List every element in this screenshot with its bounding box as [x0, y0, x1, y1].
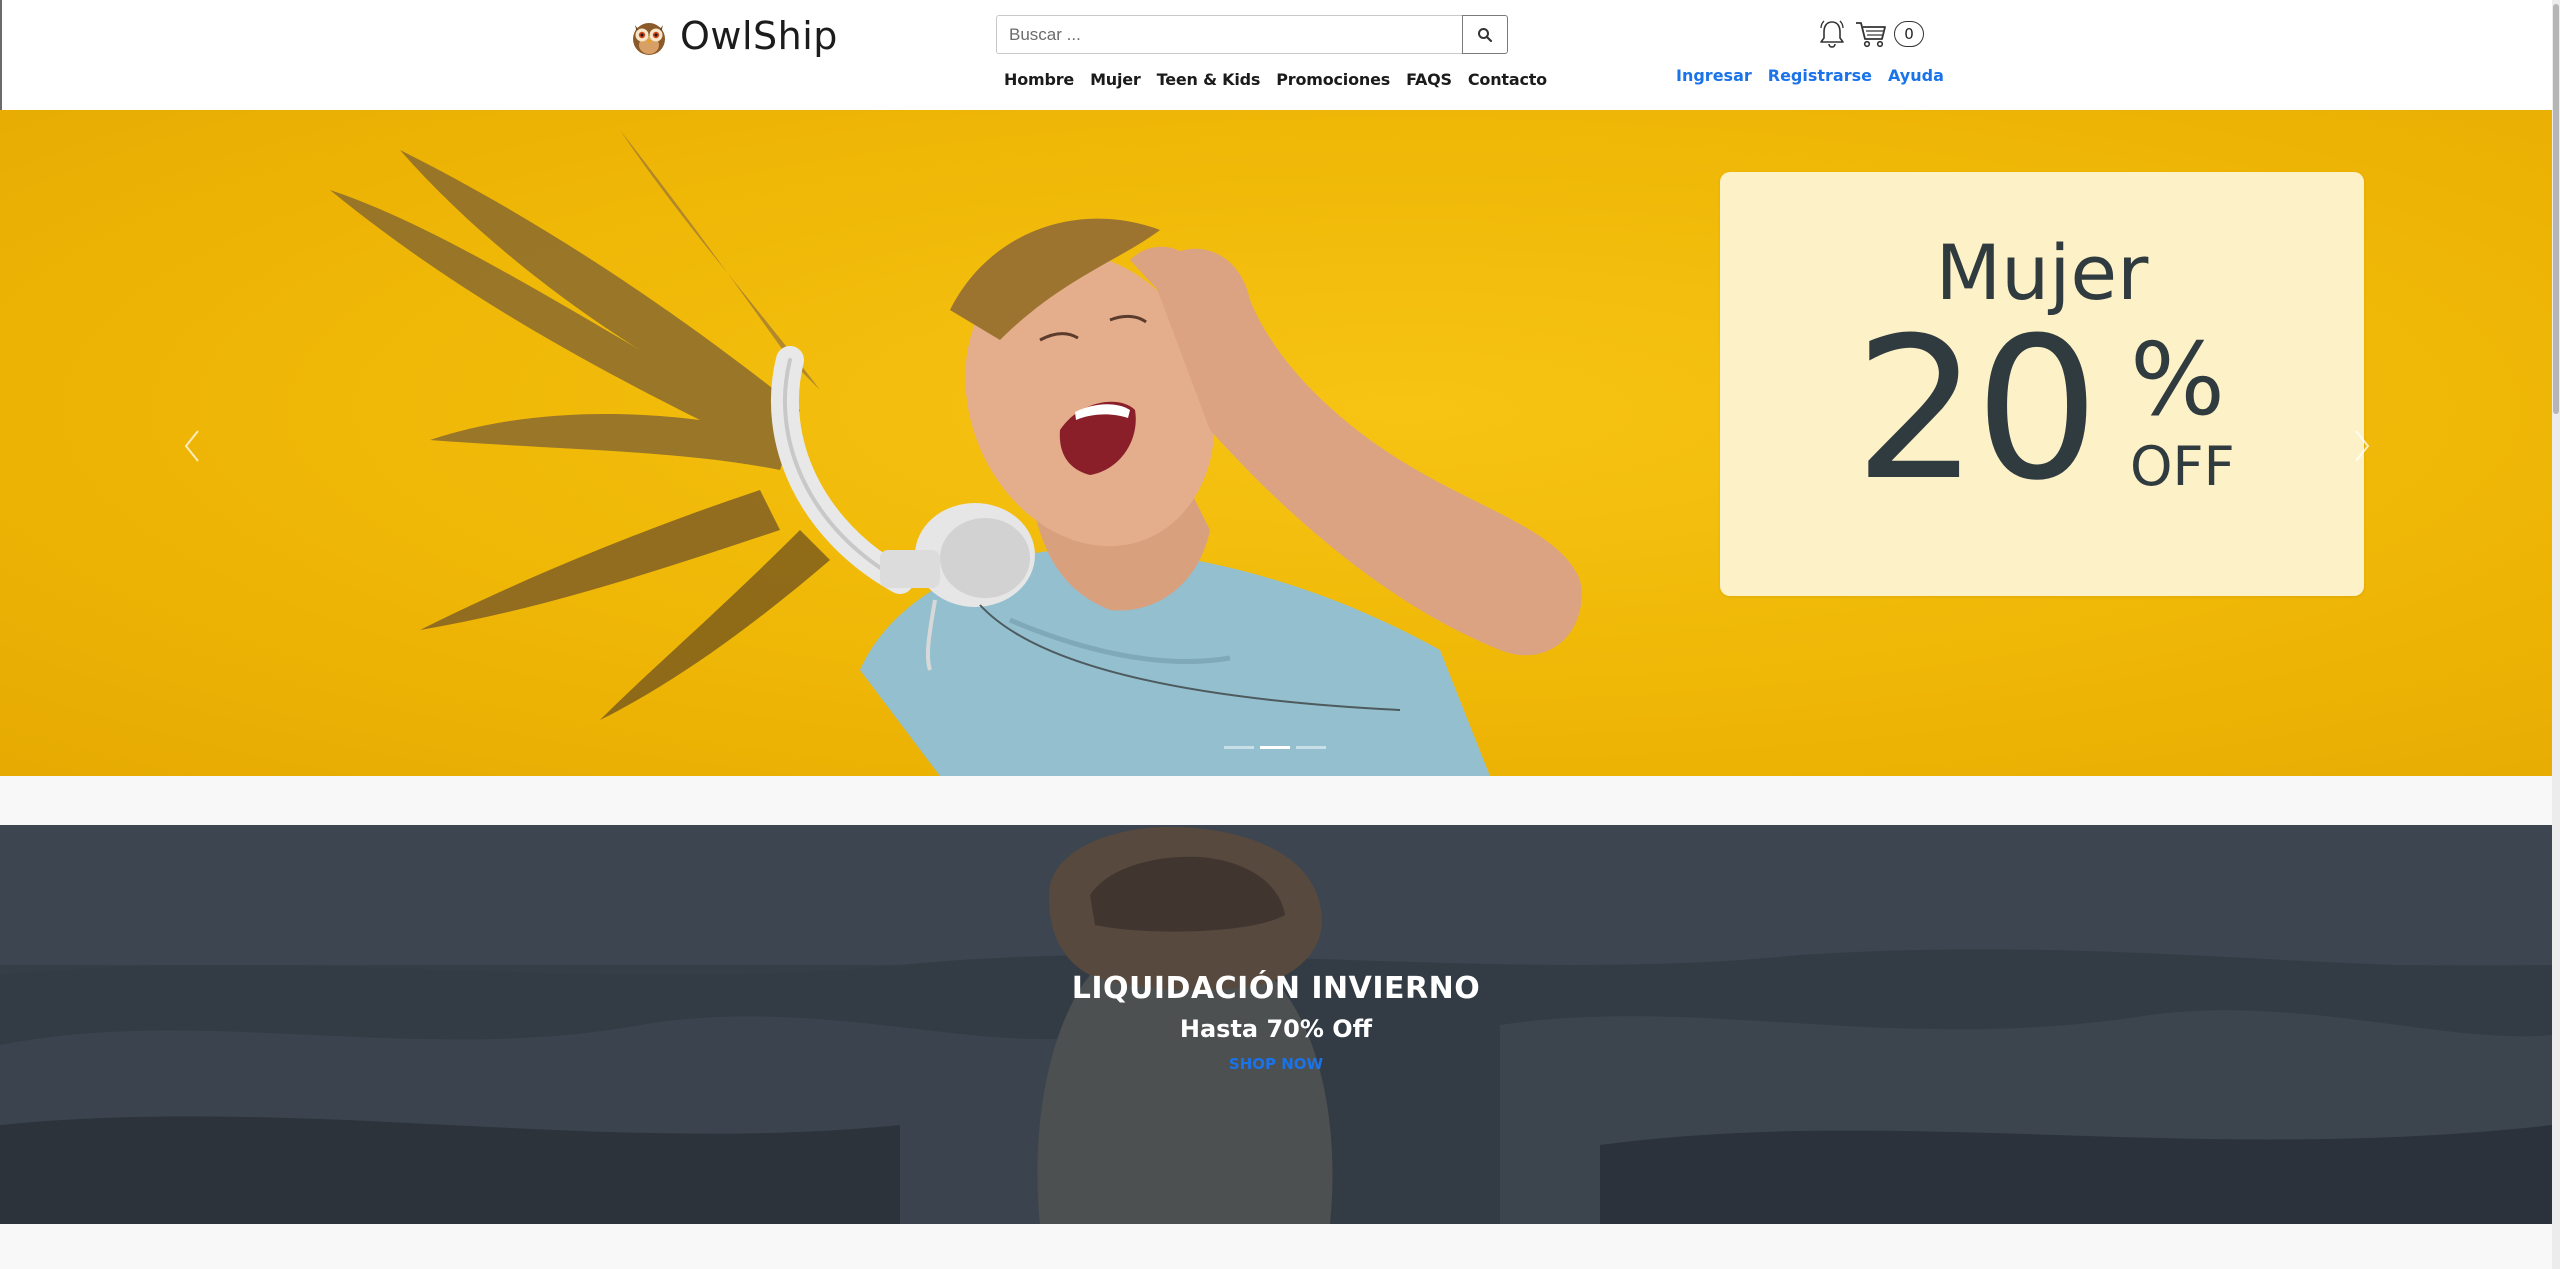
promo-card[interactable]: Mujer 20 % OFF: [1720, 172, 2364, 596]
search-input[interactable]: [996, 15, 1462, 54]
carousel-indicators: [1224, 746, 1326, 749]
hero-carousel: Mujer 20 % OFF: [0, 110, 2552, 776]
scrollbar-thumb[interactable]: [2553, 4, 2559, 414]
account-links: Ingresar Registrarse Ayuda: [1676, 66, 1944, 85]
nav-hombre[interactable]: Hombre: [1004, 70, 1074, 89]
page-scrollbar[interactable]: [2552, 0, 2560, 1269]
owl-logo-icon: [633, 23, 665, 55]
carousel-indicator-1[interactable]: [1224, 746, 1254, 749]
search-icon: [1478, 27, 1493, 42]
winter-sale-subtitle: Hasta 70% Off: [1179, 1015, 1373, 1043]
nav-faqs[interactable]: FAQS: [1406, 70, 1452, 89]
cart-icon[interactable]: [1854, 18, 1888, 50]
search-button[interactable]: [1462, 15, 1508, 54]
search-bar: [996, 15, 1508, 54]
chevron-left-icon: [184, 430, 199, 462]
carousel-indicator-2[interactable]: [1260, 746, 1290, 749]
promo-percent-sign: %: [2130, 321, 2226, 438]
nav-teen-kids[interactable]: Teen & Kids: [1157, 70, 1261, 89]
carousel-indicator-3[interactable]: [1296, 746, 1326, 749]
chevron-right-icon: [2355, 430, 2370, 462]
nav-promociones[interactable]: Promociones: [1276, 70, 1390, 89]
brand-name: OwlShip: [680, 14, 838, 58]
winter-sale-banner: LIQUIDACIÓN INVIERNO Hasta 70% Off SHOP …: [0, 825, 2552, 1224]
cart-count-badge[interactable]: 0: [1894, 21, 1924, 47]
main-nav: Hombre Mujer Teen & Kids Promociones FAQ…: [1004, 70, 1547, 89]
shop-now-label[interactable]: SHOP NOW: [1229, 1055, 1323, 1073]
promo-discount-number: 20: [1854, 296, 2099, 524]
nav-contacto[interactable]: Contacto: [1468, 70, 1547, 89]
promo-off-label: OFF: [2130, 435, 2235, 498]
nav-mujer[interactable]: Mujer: [1090, 70, 1141, 89]
header-icons: 0: [1816, 18, 1924, 50]
bell-icon[interactable]: [1816, 18, 1848, 50]
login-link[interactable]: Ingresar: [1676, 66, 1752, 85]
carousel-next-button[interactable]: [2342, 416, 2382, 476]
logo[interactable]: OwlShip: [628, 14, 838, 58]
register-link[interactable]: Registrarse: [1768, 66, 1872, 85]
shop-now-link[interactable]: SHOP NOW: [0, 1055, 2552, 1073]
winter-sale-title: LIQUIDACIÓN INVIERNO: [1071, 971, 1481, 1006]
site-header: OwlShip Hombre Mujer Teen & Kids Promoci…: [0, 0, 2560, 110]
carousel-prev-button[interactable]: [172, 416, 212, 476]
page: OwlShip Hombre Mujer Teen & Kids Promoci…: [0, 0, 2560, 1269]
help-link[interactable]: Ayuda: [1888, 66, 1944, 85]
